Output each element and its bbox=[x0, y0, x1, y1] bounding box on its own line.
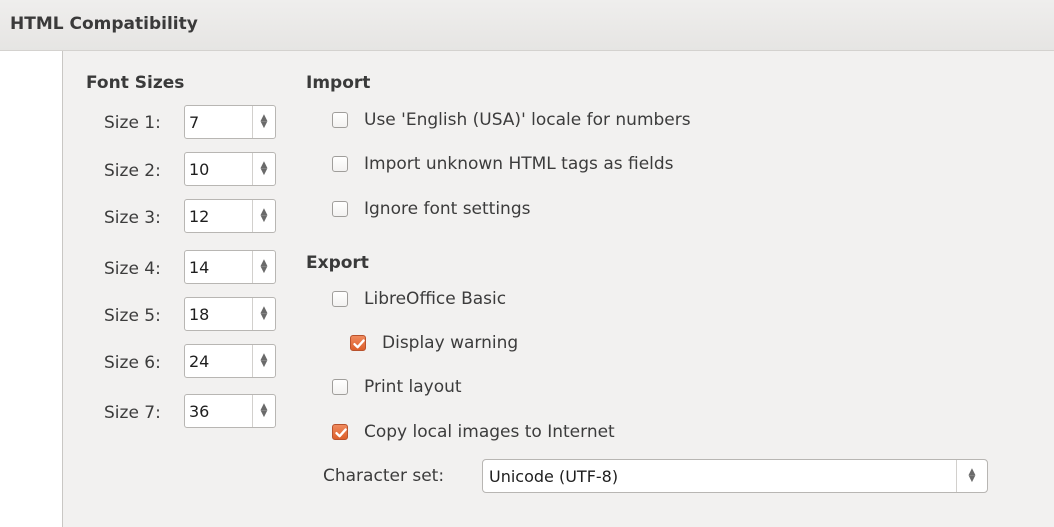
size-5-label: Size 5: bbox=[104, 306, 161, 326]
size-4-spinbox[interactable]: 14 ▲ ▼ bbox=[184, 250, 276, 284]
spin-up-down-icon[interactable]: ▲ ▼ bbox=[252, 298, 275, 330]
size-3-spinbox[interactable]: 12 ▲ ▼ bbox=[184, 199, 276, 233]
dropdown-arrows-icon[interactable]: ▲ ▼ bbox=[956, 460, 987, 492]
size-1-value[interactable]: 7 bbox=[189, 113, 199, 132]
size-6-spinbox[interactable]: 24 ▲ ▼ bbox=[184, 344, 276, 378]
checkbox[interactable] bbox=[332, 201, 348, 217]
size-5-spinbox[interactable]: 18 ▲ ▼ bbox=[184, 297, 276, 331]
checkbox[interactable] bbox=[332, 379, 348, 395]
checkmark-icon bbox=[335, 428, 347, 438]
size-7-label: Size 7: bbox=[104, 403, 161, 423]
options-tree-pane[interactable] bbox=[0, 51, 63, 527]
checkbox[interactable] bbox=[332, 291, 348, 307]
size-7-spinbox[interactable]: 36 ▲ ▼ bbox=[184, 394, 276, 428]
size-5-value[interactable]: 18 bbox=[189, 305, 209, 324]
character-set-select[interactable]: Unicode (UTF-8) ▲ ▼ bbox=[482, 459, 988, 493]
checkbox-label[interactable]: Ignore font settings bbox=[364, 199, 530, 219]
spin-up-down-icon[interactable]: ▲ ▼ bbox=[252, 106, 275, 138]
spin-up-down-icon[interactable]: ▲ ▼ bbox=[252, 153, 275, 185]
font-sizes-heading: Font Sizes bbox=[86, 73, 185, 93]
import-heading: Import bbox=[306, 73, 371, 93]
size-2-label: Size 2: bbox=[104, 161, 161, 181]
header-bar: HTML Compatibility bbox=[0, 0, 1054, 51]
checkbox-label[interactable]: Print layout bbox=[364, 377, 462, 397]
size-7-value[interactable]: 36 bbox=[189, 402, 209, 421]
spin-up-down-icon[interactable]: ▲ ▼ bbox=[252, 200, 275, 232]
checkmark-icon bbox=[353, 339, 365, 349]
size-6-value[interactable]: 24 bbox=[189, 352, 209, 371]
checkbox-label[interactable]: Use 'English (USA)' locale for numbers bbox=[364, 110, 691, 130]
spin-up-down-icon[interactable]: ▲ ▼ bbox=[252, 251, 275, 283]
checkbox[interactable] bbox=[332, 156, 348, 172]
checkbox-label[interactable]: Display warning bbox=[382, 333, 518, 353]
checkbox-checked[interactable] bbox=[332, 424, 348, 440]
character-set-value[interactable]: Unicode (UTF-8) bbox=[489, 467, 618, 486]
size-2-value[interactable]: 10 bbox=[189, 160, 209, 179]
html-compatibility-page: HTML Compatibility Font Sizes Size 1: 7 … bbox=[0, 0, 1054, 527]
page-title: HTML Compatibility bbox=[10, 14, 198, 34]
size-4-value[interactable]: 14 bbox=[189, 258, 209, 277]
size-4-label: Size 4: bbox=[104, 259, 161, 279]
export-heading: Export bbox=[306, 253, 369, 273]
size-3-label: Size 3: bbox=[104, 208, 161, 228]
size-2-spinbox[interactable]: 10 ▲ ▼ bbox=[184, 152, 276, 186]
checkbox-label[interactable]: Import unknown HTML tags as fields bbox=[364, 154, 674, 174]
checkbox-checked[interactable] bbox=[350, 335, 366, 351]
size-6-label: Size 6: bbox=[104, 353, 161, 373]
checkbox[interactable] bbox=[332, 112, 348, 128]
size-1-label: Size 1: bbox=[104, 113, 161, 133]
size-3-value[interactable]: 12 bbox=[189, 207, 209, 226]
checkbox-label[interactable]: Copy local images to Internet bbox=[364, 422, 615, 442]
checkbox-label[interactable]: LibreOffice Basic bbox=[364, 289, 506, 309]
character-set-label: Character set: bbox=[323, 466, 445, 486]
size-1-spinbox[interactable]: 7 ▲ ▼ bbox=[184, 105, 276, 139]
spin-up-down-icon[interactable]: ▲ ▼ bbox=[252, 345, 275, 377]
spin-up-down-icon[interactable]: ▲ ▼ bbox=[252, 395, 275, 427]
